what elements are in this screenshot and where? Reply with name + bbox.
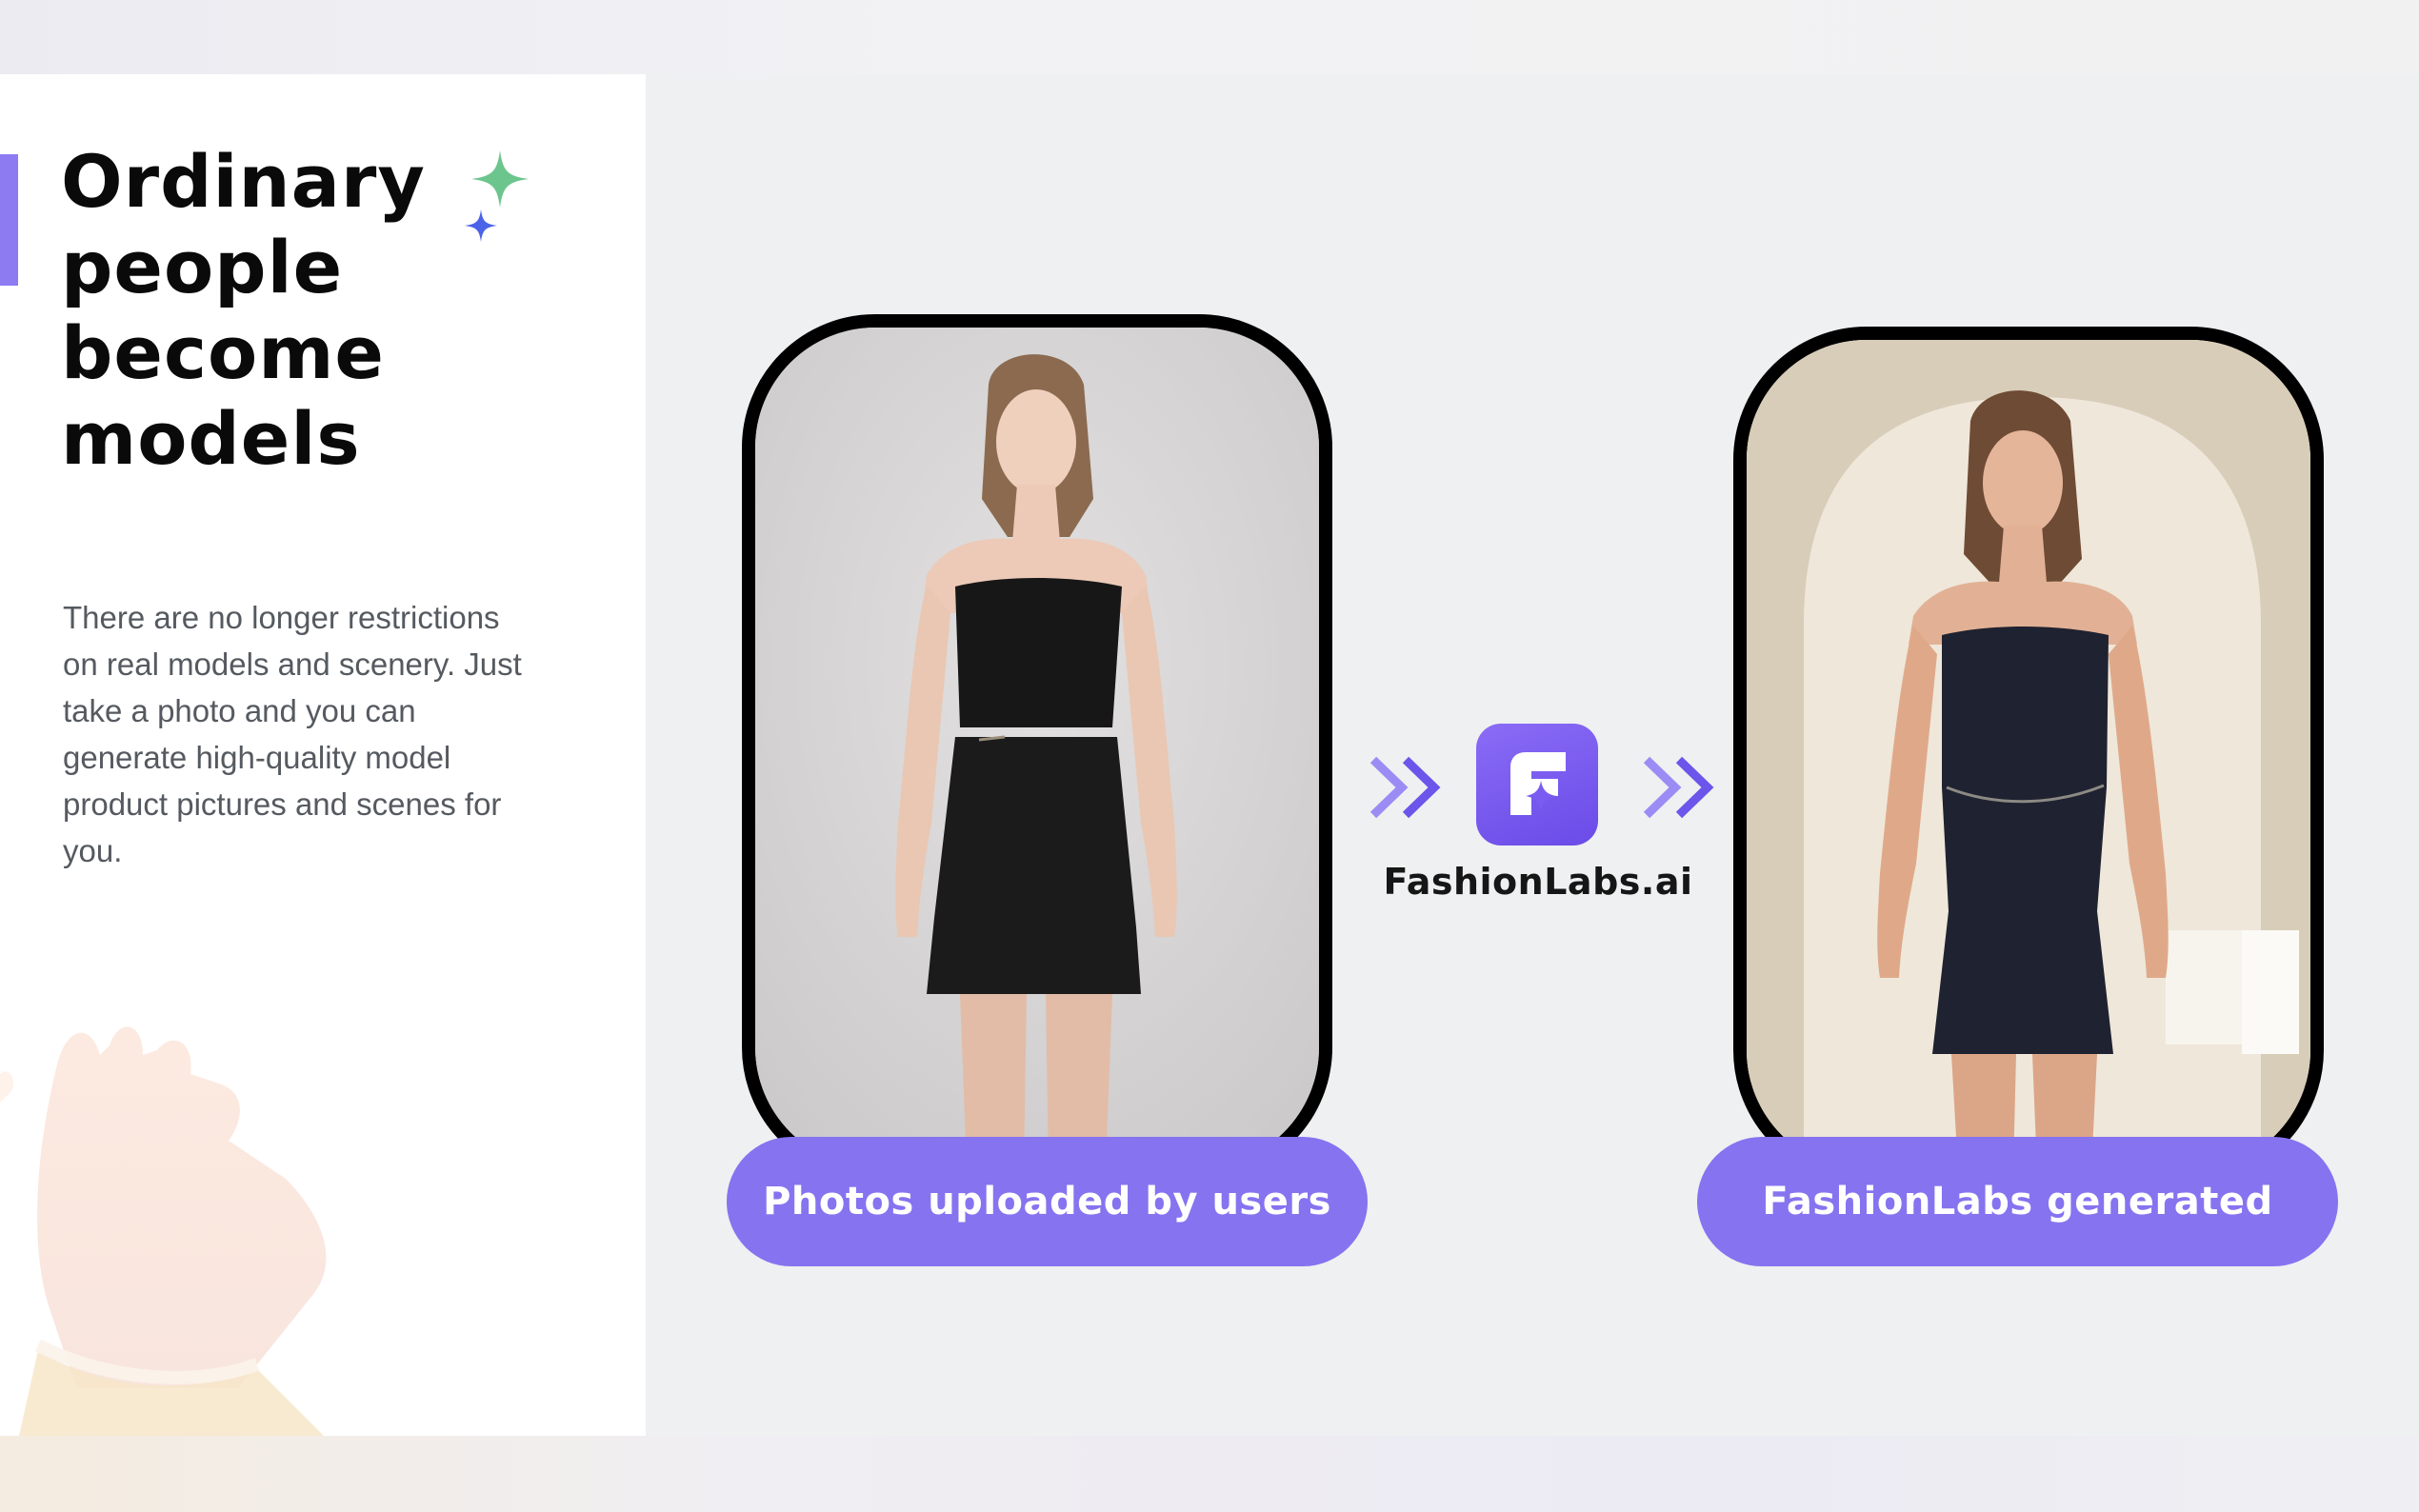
hands-illustration bbox=[0, 1026, 327, 1436]
description: There are no longer restrictions on real… bbox=[63, 600, 522, 868]
uploaded-photo-frame bbox=[742, 314, 1332, 1181]
uploaded-photo bbox=[755, 328, 1319, 1167]
uploaded-photos-label[interactable]: Photos uploaded by users bbox=[727, 1137, 1368, 1266]
double-chevron-right-icon bbox=[1369, 756, 1441, 819]
headline: Ordinary people become models bbox=[61, 139, 426, 481]
left-panel: Ordinary people become models There are … bbox=[0, 74, 646, 1436]
sparkle-blue-icon bbox=[465, 209, 497, 242]
generated-photo bbox=[1747, 340, 2310, 1170]
generated-label[interactable]: FashionLabs generated bbox=[1697, 1137, 2338, 1266]
sparkle-green-icon bbox=[471, 150, 529, 208]
bottom-band bbox=[0, 1436, 2419, 1512]
fashionlabs-logo-icon bbox=[1476, 724, 1598, 846]
accent-bar bbox=[0, 154, 18, 286]
top-band bbox=[0, 0, 2419, 74]
brand-name: FashionLabs.ai bbox=[1383, 861, 1693, 903]
generated-photo-frame bbox=[1733, 327, 2324, 1184]
double-chevron-right-icon bbox=[1643, 756, 1714, 819]
